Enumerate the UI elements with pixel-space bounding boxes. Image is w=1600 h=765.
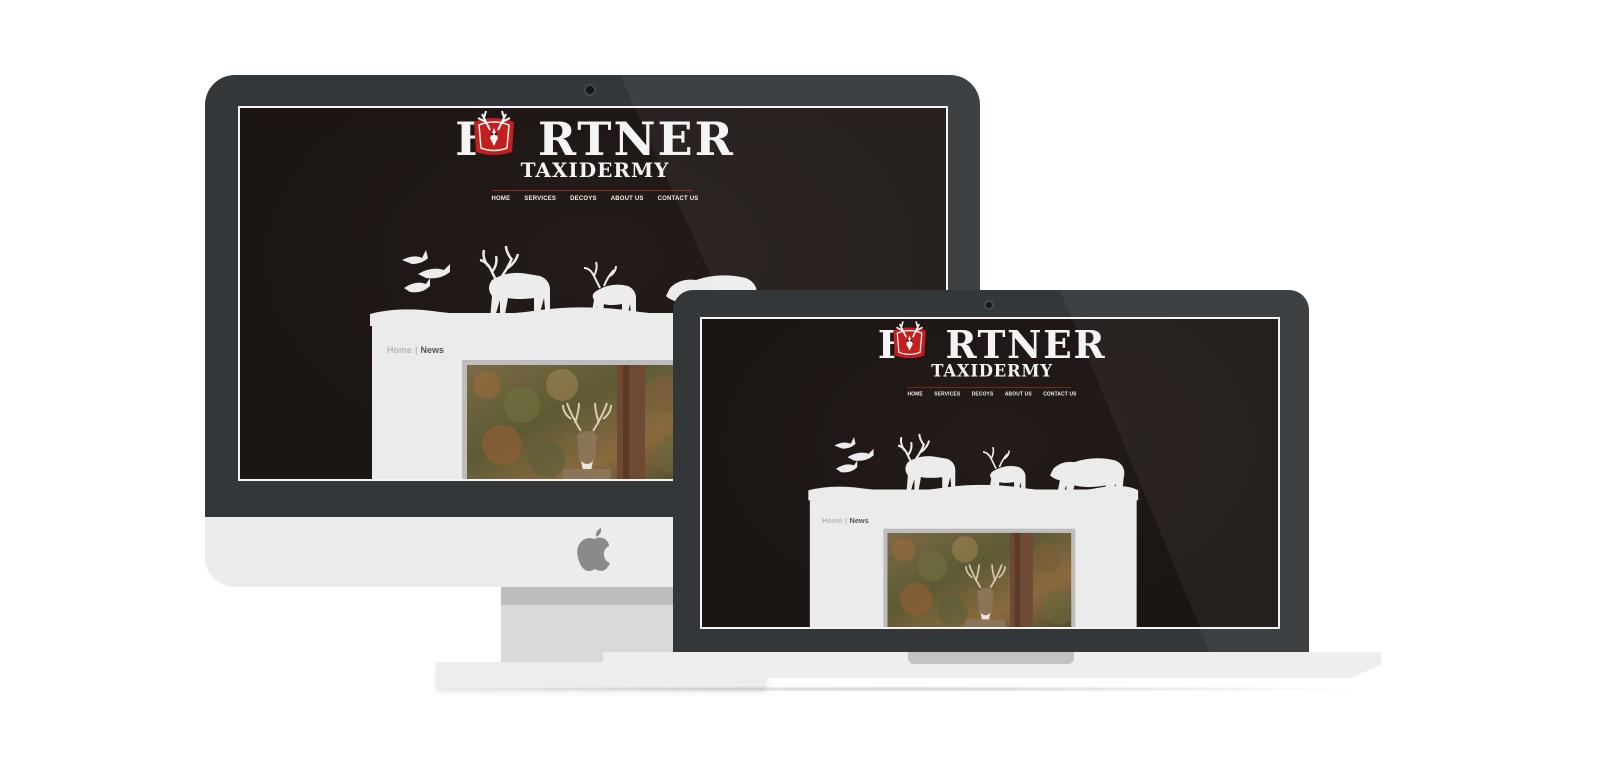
logo-divider (492, 190, 692, 191)
laptop-camera (984, 300, 994, 310)
nav-services[interactable]: SERVICES (524, 196, 556, 202)
breadcrumb-separator: | (415, 345, 418, 355)
nav-contact-us[interactable]: CONTACT US (658, 196, 699, 202)
deer-photo (467, 365, 697, 479)
website-view-laptop: F RTNER TAXIDERMY HOME SERVICES DECOYS AB… (702, 319, 1278, 627)
breadcrumb-current: News (420, 345, 445, 355)
logo-divider (907, 387, 1072, 389)
imac-stand-neck (501, 587, 691, 662)
breadcrumb-current: News (849, 516, 869, 525)
main-nav: HOME SERVICES DECOYS ABOUT US CONTACT US (702, 392, 1278, 397)
news-photo-frame (462, 360, 697, 479)
breadcrumb: Home | News (822, 516, 869, 524)
nav-home[interactable]: HOME (907, 392, 922, 397)
imac-camera (584, 84, 596, 96)
deer-skull-emblem-icon (474, 110, 514, 155)
logo-subtitle: TAXIDERMY (520, 158, 670, 182)
breadcrumb: Home | News (387, 345, 444, 355)
laptop-screen: F RTNER TAXIDERMY HOME SERVICES DECOYS AB… (700, 317, 1280, 629)
deer-photo (887, 532, 1076, 627)
nav-decoys[interactable]: DECOYS (972, 392, 994, 397)
device-shadow (420, 686, 1380, 692)
nav-decoys[interactable]: DECOYS (570, 196, 597, 202)
nav-about-us[interactable]: ABOUT US (1005, 392, 1032, 397)
nav-home[interactable]: HOME (491, 196, 510, 202)
nav-contact-us[interactable]: CONTACT US (1043, 392, 1076, 397)
breadcrumb-home-link[interactable]: Home (387, 345, 412, 355)
deer-skull-emblem-icon (893, 321, 926, 359)
logo-subtitle: TAXIDERMY (931, 360, 1053, 381)
laptop-lid-notch (908, 652, 1074, 664)
nav-about-us[interactable]: ABOUT US (611, 196, 644, 202)
news-photo-frame (883, 528, 1076, 627)
nav-services[interactable]: SERVICES (934, 392, 960, 397)
breadcrumb-separator: | (844, 516, 848, 525)
breadcrumb-home-link[interactable]: Home (822, 516, 842, 524)
apple-logo-icon (577, 528, 610, 571)
main-nav: HOME SERVICES DECOYS ABOUT US CONTACT US (240, 196, 946, 202)
